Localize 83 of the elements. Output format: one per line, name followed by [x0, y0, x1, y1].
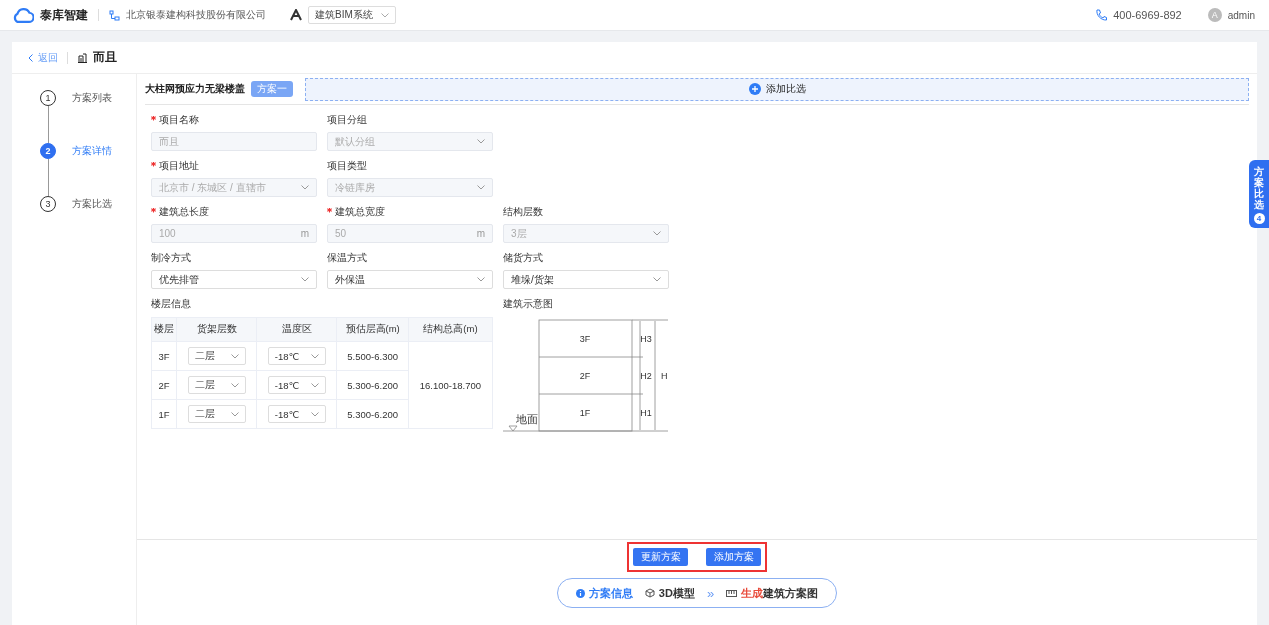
table-cell: 1F — [158, 408, 170, 420]
step-item[interactable]: 2 方案详情 — [40, 143, 136, 159]
ruler-icon — [726, 589, 738, 597]
select-field[interactable]: -18℃ — [267, 347, 326, 365]
chevron-down-icon — [310, 353, 319, 359]
select-field[interactable]: 二层 — [187, 347, 246, 365]
chevron-down-icon — [653, 231, 661, 236]
select-field[interactable]: 二层 — [187, 405, 246, 423]
scheme-title: 大柱网预应力无梁楼盖 — [145, 82, 245, 96]
table-cell: 5.300-6.200 — [347, 408, 398, 420]
field-label: 保温方式 — [327, 251, 367, 265]
cloud-logo-icon — [12, 6, 34, 24]
plus-circle-icon — [748, 83, 761, 95]
section-label: 建筑示意图 — [503, 297, 554, 311]
ground-label: 地面 — [516, 413, 538, 425]
select-field[interactable]: -18℃ — [267, 405, 326, 423]
field-label: 结构层数 — [503, 205, 543, 219]
org-tree-icon — [109, 9, 120, 21]
column-header: 温度区 — [256, 317, 337, 342]
field-label: 项目类型 — [327, 159, 367, 173]
side-tab[interactable]: 方案比选 4 — [1249, 160, 1269, 228]
field-label: 建筑总长度 — [151, 205, 209, 219]
chevron-down-icon — [653, 277, 661, 282]
user-name[interactable]: admin — [1227, 9, 1255, 21]
phone-icon — [1095, 9, 1108, 21]
field-label: 项目地址 — [151, 159, 199, 173]
column-header: 楼层 — [151, 317, 177, 342]
select-field[interactable]: -18℃ — [267, 376, 326, 394]
column-header: 货架层数 — [176, 317, 257, 342]
select-field[interactable]: 优先排管 — [151, 270, 317, 289]
dimension-label: H3 — [640, 334, 652, 344]
field-label: 储货方式 — [503, 251, 543, 265]
chevron-down-icon — [230, 411, 239, 417]
action-button[interactable]: 添加方案 — [706, 548, 761, 566]
nav-item[interactable]: 生成建筑方案图 — [726, 585, 819, 601]
dimension-label: H — [661, 371, 668, 381]
chevron-down-icon — [301, 277, 309, 282]
phone-number: 400-6969-892 — [1113, 9, 1182, 21]
chevron-down-icon — [477, 185, 485, 190]
company-name[interactable]: 北京银泰建构科技股份有限公司 — [126, 8, 266, 22]
page-title: 而且 — [93, 49, 117, 66]
add-compare-button[interactable]: 添加比选 — [305, 77, 1249, 101]
step-item[interactable]: 3 方案比选 — [40, 196, 136, 212]
dimension-label: H1 — [640, 408, 652, 418]
table-cell: 16.100-18.700 — [419, 379, 482, 391]
field-label: 项目名称 — [151, 113, 199, 127]
system-select[interactable]: 建筑BIM系统 — [308, 6, 396, 24]
brand-name: 泰库智建 — [40, 6, 88, 24]
chevron-down-icon — [477, 139, 485, 144]
floor-label: 2F — [579, 371, 591, 381]
field-label: 建筑总宽度 — [327, 205, 385, 219]
nav-item[interactable]: 3D模型 — [644, 585, 695, 601]
field-label: 项目分组 — [327, 113, 367, 127]
step-item[interactable]: 1 方案列表 — [40, 90, 136, 106]
table-cell: 2F — [158, 379, 170, 391]
table-cell: 3F — [158, 350, 170, 362]
floor-label: 3F — [579, 334, 591, 344]
column-header: 预估层高(m) — [336, 317, 409, 342]
chevron-down-icon — [230, 353, 239, 359]
select-field[interactable]: 外保温 — [327, 270, 493, 289]
nav-item[interactable]: 方案信息 — [575, 585, 633, 601]
select-field[interactable]: 二层 — [187, 376, 246, 394]
column-header: 结构总高(m) — [408, 317, 493, 342]
table-cell: 5.500-6.300 — [347, 350, 398, 362]
cube-icon — [644, 588, 655, 598]
chevron-left-icon — [28, 53, 33, 62]
select-field[interactable]: 堆垛/货架 — [503, 270, 669, 289]
chevron-separator: » — [706, 585, 715, 601]
letter-a-icon — [290, 9, 302, 21]
floor-label: 1F — [579, 408, 591, 418]
info-icon — [575, 588, 585, 598]
section-label: 楼层信息 — [151, 297, 192, 311]
dimension-label: H2 — [640, 371, 652, 381]
building-icon — [77, 52, 88, 63]
action-button[interactable]: 更新方案 — [633, 548, 688, 566]
chevron-down-icon — [230, 382, 239, 388]
chevron-down-icon — [301, 185, 309, 190]
chevron-down-icon — [381, 12, 389, 18]
table-cell: 5.300-6.200 — [347, 379, 398, 391]
chevron-down-icon — [477, 277, 485, 282]
chevron-down-icon — [310, 411, 319, 417]
field-label: 制冷方式 — [151, 251, 191, 265]
chevron-down-icon — [310, 382, 319, 388]
